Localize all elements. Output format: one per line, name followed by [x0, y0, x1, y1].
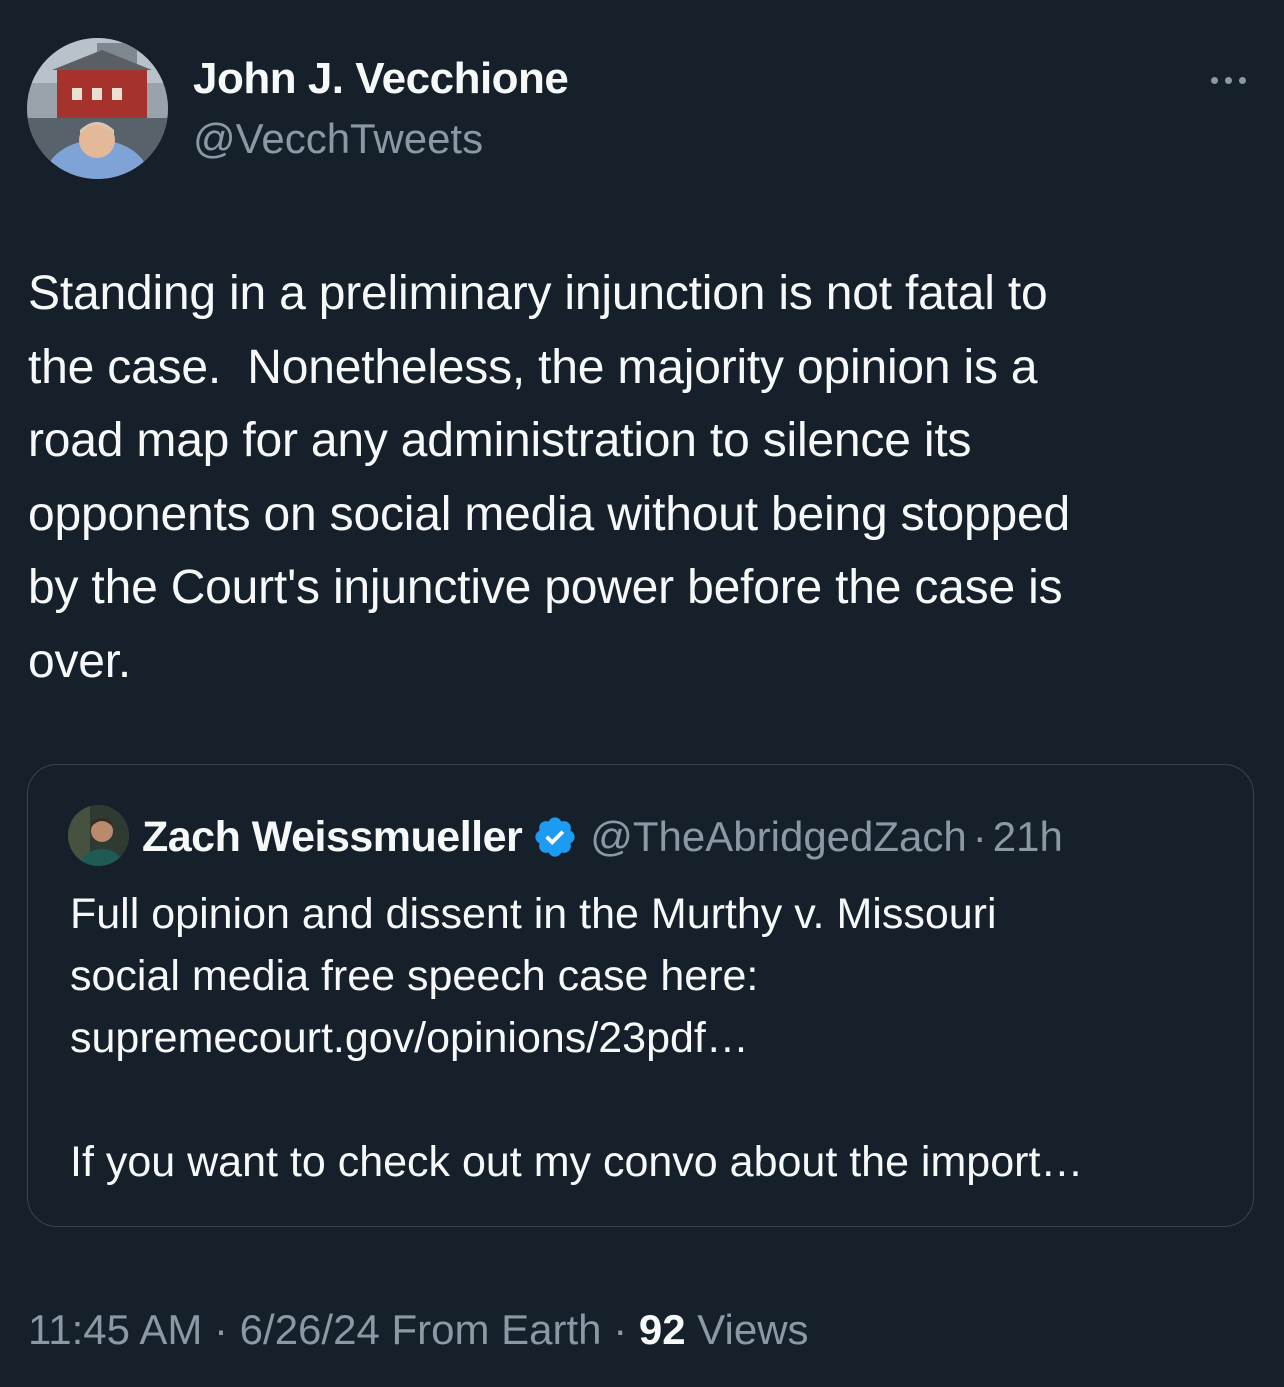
tweet-time[interactable]: 11:45 AM [28, 1306, 202, 1353]
header-separator: · [972, 813, 987, 860]
author-handle[interactable]: @VecchTweets [193, 112, 483, 166]
quoted-author-handle[interactable]: @TheAbridgedZach [590, 813, 967, 861]
author-avatar-image [27, 38, 168, 179]
quoted-author-avatar[interactable] [68, 805, 129, 866]
quoted-tweet-card[interactable]: Zach Weissmueller @TheAbridgedZach · 21h… [27, 764, 1254, 1227]
quoted-text-line1: Full opinion and dissent in the Murthy v… [70, 890, 997, 938]
tweet-date[interactable]: 6/26/24 [240, 1306, 380, 1353]
views-count[interactable]: 92 [639, 1306, 686, 1353]
quoted-tweet-truncated-text: If you want to check out my convo about … [70, 1138, 1084, 1186]
more-horizontal-icon-dot [1224, 76, 1232, 84]
quoted-tweet-header: Zach Weissmueller @TheAbridgedZach · 21h [142, 807, 1063, 867]
more-options-button[interactable] [1200, 60, 1256, 100]
quoted-tweet-time[interactable]: 21h [993, 813, 1063, 861]
quoted-tweet-link[interactable]: supremecourt.gov/opinions/23pdf… [70, 1014, 749, 1062]
author-name[interactable]: John J. Vecchione [193, 52, 569, 106]
quoted-text-line2: social media free speech case here: [70, 952, 759, 1000]
quoted-author-name[interactable]: Zach Weissmueller [142, 813, 523, 862]
quoted-author-avatar-image [68, 805, 129, 866]
tweet-text: Standing in a preliminary injunction is … [28, 267, 1071, 688]
tweet-source: From Earth [379, 1306, 602, 1353]
more-horizontal-icon-dot [1238, 76, 1246, 84]
quoted-tweet-text: Full opinion and dissent in the Murthy v… [70, 883, 1230, 1069]
meta-separator: · [202, 1306, 240, 1353]
tweet-meta: 11:45 AM · 6/26/24 From Earth · 92 Views [28, 1302, 809, 1358]
meta-separator: · [601, 1306, 639, 1353]
author-avatar[interactable] [27, 38, 168, 179]
views-label: Views [685, 1306, 809, 1353]
more-horizontal-icon [1210, 76, 1218, 84]
verified-badge-icon [535, 817, 575, 857]
